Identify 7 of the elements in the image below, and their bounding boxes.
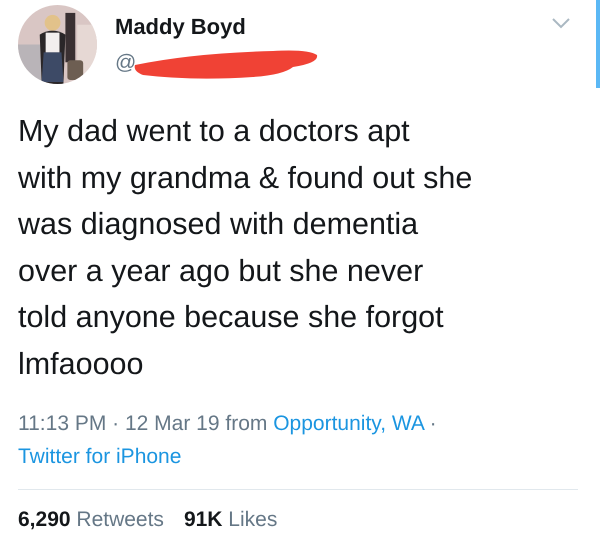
tweet-timestamp: 11:13 PM · 12 Mar 19 from Opportunity, WA · Twitter for iPhone: [18, 411, 438, 470]
stat-count[interactable]: 91K Likes: [184, 508, 278, 532]
stat-count[interactable]: 6,290 Retweets: [18, 508, 164, 532]
tweet-text: My dad went to a doctors apt with my grandma & found out she was diagnosed with dementia over a year ago but she never told anyone because she forgot lmfaoooo: [18, 113, 474, 382]
chevron-down-icon[interactable]: [552, 18, 570, 29]
user-handle[interactable]: @: [115, 51, 136, 74]
user-name[interactable]: Maddy Boyd: [115, 14, 246, 40]
